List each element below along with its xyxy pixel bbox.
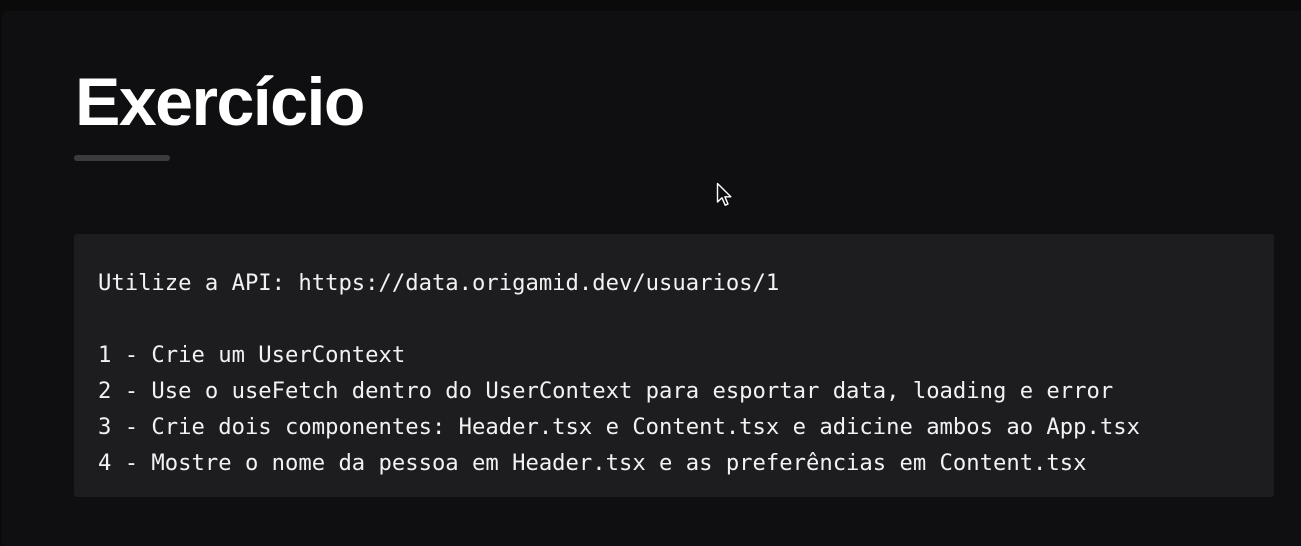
slide: Exercício Utilize a API: https://data.or… — [2, 11, 1301, 546]
code-line-step-3: 3 - Crie dois componentes: Header.tsx e … — [98, 414, 1140, 440]
code-line-step-4: 4 - Mostre o nome da pessoa em Header.ts… — [98, 450, 1087, 476]
code-line-api: Utilize a API: https://data.origamid.dev… — [98, 270, 780, 296]
mouse-pointer-icon — [716, 182, 732, 206]
code-line-step-1: 1 - Crie um UserContext — [98, 342, 406, 368]
code-line-step-2: 2 - Use o useFetch dentro do UserContext… — [98, 378, 1114, 404]
page-title: Exercício — [75, 64, 365, 140]
code-block: Utilize a API: https://data.origamid.dev… — [74, 234, 1274, 497]
title-underline — [74, 155, 170, 161]
